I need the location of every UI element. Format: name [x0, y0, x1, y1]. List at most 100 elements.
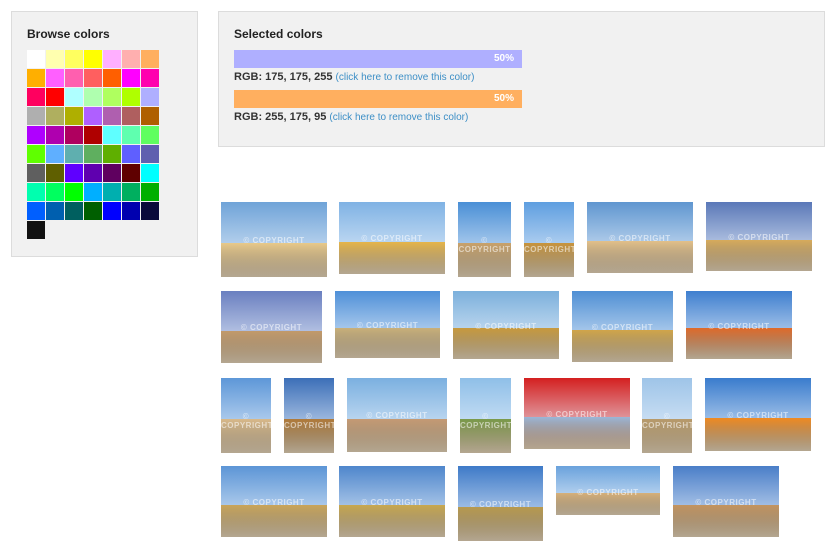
copyright-watermark: © COPYRIGHT: [591, 322, 654, 332]
sand-snowman-photo[interactable]: © COPYRIGHT: [587, 202, 693, 273]
color-swatch[interactable]: [103, 126, 121, 144]
watchtower-photo[interactable]: © COPYRIGHT: [642, 378, 692, 453]
color-swatch[interactable]: [46, 69, 64, 87]
color-swatch[interactable]: [65, 69, 83, 87]
color-swatch[interactable]: [84, 202, 102, 220]
color-swatch[interactable]: [103, 50, 121, 68]
desert-jeep-photo[interactable]: © COPYRIGHT: [339, 202, 445, 274]
color-swatch[interactable]: [103, 69, 121, 87]
copyright-watermark: © COPYRIGHT: [243, 497, 305, 507]
hay-bale-jump-photo[interactable]: © COPYRIGHT: [335, 291, 440, 358]
color-swatch[interactable]: [84, 126, 102, 144]
copyright-watermark: © COPYRIGHT: [361, 234, 423, 244]
temple-spires-photo[interactable]: © COPYRIGHT: [524, 202, 574, 277]
color-swatch[interactable]: [65, 164, 83, 182]
wheat-closeup-photo[interactable]: © COPYRIGHT: [572, 291, 673, 362]
man-wheat-field-photo[interactable]: © COPYRIGHT: [221, 466, 327, 537]
color-swatch[interactable]: [84, 50, 102, 68]
color-swatch[interactable]: [122, 88, 140, 106]
desert-dunes-photo[interactable]: © COPYRIGHT: [706, 202, 812, 271]
color-swatch[interactable]: [84, 164, 102, 182]
color-swatch[interactable]: [141, 107, 159, 125]
rgb-value: RGB: 255, 175, 95: [234, 111, 327, 123]
color-swatch[interactable]: [27, 126, 45, 144]
color-swatch[interactable]: [84, 183, 102, 201]
dinosaur-sculpture-photo[interactable]: © COPYRIGHT: [458, 202, 511, 277]
color-swatch[interactable]: [141, 145, 159, 163]
color-swatch[interactable]: [122, 107, 140, 125]
color-swatch[interactable]: [84, 69, 102, 87]
color-swatch[interactable]: [141, 183, 159, 201]
color-swatch[interactable]: [27, 164, 45, 182]
color-swatch[interactable]: [122, 50, 140, 68]
color-swatch[interactable]: [46, 50, 64, 68]
color-swatch[interactable]: [65, 50, 83, 68]
color-swatch[interactable]: [46, 183, 64, 201]
color-swatch[interactable]: [27, 221, 45, 239]
color-swatch[interactable]: [46, 126, 64, 144]
copyright-watermark: © COPYRIGHT: [366, 411, 428, 421]
color-swatch[interactable]: [46, 164, 64, 182]
color-swatch[interactable]: [27, 145, 45, 163]
color-swatch[interactable]: [141, 88, 159, 106]
golden-temple-photo[interactable]: © COPYRIGHT: [284, 378, 334, 453]
field-road-photo[interactable]: © COPYRIGHT: [458, 466, 543, 541]
color-swatch[interactable]: [103, 107, 121, 125]
color-swatch[interactable]: [84, 107, 102, 125]
piggy-bank-photo[interactable]: © COPYRIGHT: [705, 378, 811, 451]
boy-pointing-photo[interactable]: © COPYRIGHT: [686, 291, 792, 359]
remove-color-link[interactable]: (click here to remove this color): [336, 72, 475, 83]
color-swatch[interactable]: [46, 202, 64, 220]
color-swatch[interactable]: [65, 145, 83, 163]
savanna-photo[interactable]: © COPYRIGHT: [339, 466, 445, 537]
color-percent-label: 50%: [493, 93, 514, 104]
wheat-field-photo[interactable]: © COPYRIGHT: [453, 291, 559, 359]
copyright-watermark: © COPYRIGHT: [356, 321, 419, 331]
color-swatch[interactable]: [103, 164, 121, 182]
color-swatch[interactable]: [46, 88, 64, 106]
color-swatch[interactable]: [65, 107, 83, 125]
beach-sand-photo[interactable]: © COPYRIGHT: [221, 202, 327, 277]
copyright-watermark: © COPYRIGHT: [469, 499, 532, 509]
camel-caravan-photo[interactable]: © COPYRIGHT: [556, 466, 660, 515]
color-swatch[interactable]: [27, 183, 45, 201]
color-swatch[interactable]: [27, 88, 45, 106]
color-swatch[interactable]: [103, 202, 121, 220]
giza-pyramid-photo[interactable]: © COPYRIGHT: [673, 466, 779, 537]
color-swatch[interactable]: [65, 202, 83, 220]
color-swatch[interactable]: [122, 164, 140, 182]
color-swatch[interactable]: [103, 183, 121, 201]
color-swatch[interactable]: [141, 202, 159, 220]
color-swatch[interactable]: [122, 69, 140, 87]
red-frame-photo[interactable]: © COPYRIGHT: [524, 378, 630, 449]
color-swatch[interactable]: [27, 50, 45, 68]
color-swatch[interactable]: [65, 126, 83, 144]
color-swatch[interactable]: [103, 145, 121, 163]
color-swatch[interactable]: [84, 88, 102, 106]
color-swatch[interactable]: [46, 145, 64, 163]
color-swatch[interactable]: [122, 183, 140, 201]
color-swatch[interactable]: [65, 183, 83, 201]
copyright-watermark: © COPYRIGHT: [458, 235, 511, 254]
color-swatch[interactable]: [46, 107, 64, 125]
color-swatch[interactable]: [27, 202, 45, 220]
remove-color-link[interactable]: (click here to remove this color): [329, 112, 468, 123]
color-swatch[interactable]: [122, 202, 140, 220]
color-swatch[interactable]: [122, 145, 140, 163]
color-swatch[interactable]: [141, 50, 159, 68]
color-swatch[interactable]: [141, 126, 159, 144]
copyright-watermark: © COPYRIGHT: [708, 321, 770, 331]
color-swatch[interactable]: [141, 69, 159, 87]
color-swatch[interactable]: [122, 126, 140, 144]
pyramids-photo[interactable]: © COPYRIGHT: [221, 291, 322, 363]
color-swatch[interactable]: [84, 145, 102, 163]
color-swatch[interactable]: [103, 88, 121, 106]
copyright-watermark: © COPYRIGHT: [728, 233, 790, 243]
color-swatch[interactable]: [27, 107, 45, 125]
camel-photo[interactable]: © COPYRIGHT: [347, 378, 447, 452]
color-swatch[interactable]: [141, 164, 159, 182]
color-swatch[interactable]: [65, 88, 83, 106]
color-swatch[interactable]: [27, 69, 45, 87]
monument-lawn-photo[interactable]: © COPYRIGHT: [460, 378, 511, 453]
pyramid-closeup-photo[interactable]: © COPYRIGHT: [221, 378, 271, 453]
